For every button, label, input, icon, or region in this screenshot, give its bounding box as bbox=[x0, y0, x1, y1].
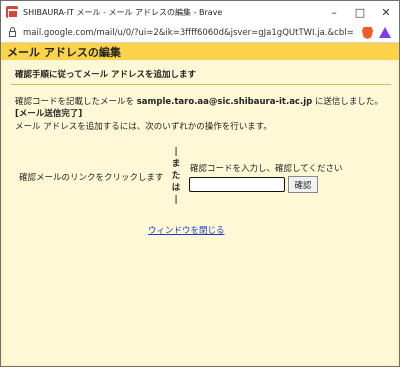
or-char: た bbox=[171, 171, 181, 181]
brave-shield-icon[interactable] bbox=[362, 27, 373, 39]
or-char: | bbox=[174, 147, 178, 157]
email-address: sample.taro.aa@sic.shibaura-it.ac.jp bbox=[136, 97, 313, 107]
or-char: は bbox=[171, 183, 181, 193]
option-click-link-text: 確認メールのリンクをクリックします bbox=[19, 173, 164, 183]
window-title: SHIBAURA-IT メール - メール アドレスの編集 - Brave bbox=[23, 7, 223, 17]
title-bar: SHIBAURA-IT メール - メール アドレスの編集 - Brave – … bbox=[1, 1, 399, 23]
sent-message: 確認コードを記載したメールを sample.taro.aa@sic.shibau… bbox=[15, 95, 383, 107]
sent-badge: [メール送信完了] bbox=[15, 109, 83, 119]
section-title: 確認手順に従ってメール アドレスを追加します bbox=[15, 70, 197, 80]
maximize-button[interactable]: □ bbox=[347, 1, 373, 23]
browser-window: SHIBAURA-IT メール - メール アドレスの編集 - Brave – … bbox=[0, 0, 400, 367]
divider bbox=[11, 84, 391, 85]
lock-icon bbox=[9, 27, 16, 37]
address-bar[interactable]: mail.google.com/mail/u/0/?ui=2&ik=3ffff6… bbox=[1, 23, 399, 43]
confirm-button[interactable]: 確認 bbox=[288, 176, 318, 193]
url-text[interactable]: mail.google.com/mail/u/0/?ui=2&ik=3ffff6… bbox=[23, 28, 353, 38]
minimize-button[interactable]: – bbox=[321, 1, 347, 23]
verification-code-input[interactable] bbox=[189, 177, 285, 192]
sent-prefix: 確認コードを記載したメールを bbox=[15, 97, 137, 107]
option-code-label: 確認コードを入力し、確認してください bbox=[190, 164, 343, 174]
page-title: メール アドレスの編集 bbox=[7, 45, 121, 59]
close-window-link[interactable]: ウィンドウを閉じる bbox=[148, 224, 225, 236]
instructions-text: メール アドレスを追加するには、次のいずれかの操作を行います。 bbox=[15, 122, 272, 132]
gmail-icon bbox=[6, 6, 18, 18]
page-header: メール アドレスの編集 bbox=[1, 43, 399, 60]
or-char: | bbox=[174, 195, 178, 205]
sent-suffix: に送信しました。 bbox=[312, 97, 383, 107]
close-window-button[interactable]: ✕ bbox=[373, 1, 399, 23]
or-separator: | ま た は | bbox=[170, 146, 182, 206]
brave-rewards-icon[interactable] bbox=[379, 27, 391, 38]
content-panel: 確認手順に従ってメール アドレスを追加します 確認コードを記載したメールを sa… bbox=[5, 60, 395, 364]
or-char: ま bbox=[171, 159, 181, 169]
